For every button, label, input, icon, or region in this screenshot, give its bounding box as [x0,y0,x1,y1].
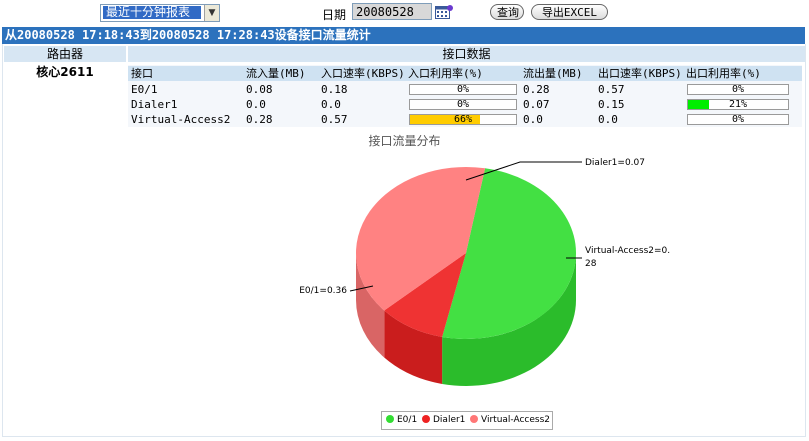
slice-label-e01: E0/1=0.36 [299,286,347,296]
slice-label-dialer1: Dialer1=0.07 [585,158,645,168]
chart-legend: E0/1 Dialer1 Virtual-Access2 [381,411,553,430]
pie-chart: Dialer1=0.07 Virtual-Access2=0. 28 E0/1=… [299,158,670,387]
legend-label: Dialer1 [433,415,466,425]
legend-item-dialer1: Dialer1 [422,412,465,429]
slice-label-va2-line1: Virtual-Access2=0. [585,246,670,256]
legend-dot [470,414,478,423]
legend-dot [422,414,430,423]
legend-dot [386,414,394,423]
legend-label: E0/1 [397,415,418,425]
slice-label-va2-line2: 28 [585,259,597,269]
legend-item-e01: E0/1 [386,412,417,429]
legend-label: Virtual-Access2 [481,415,550,425]
legend-item-va2: Virtual-Access2 [470,412,550,429]
